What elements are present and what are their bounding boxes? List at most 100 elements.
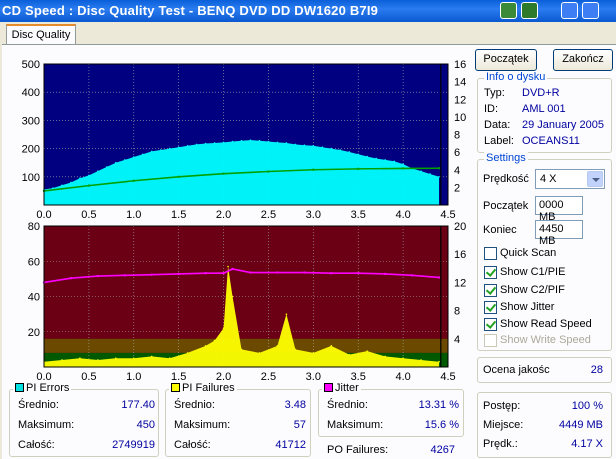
pi-failures-point — [276, 345, 279, 347]
speed-label: Prędkość — [483, 173, 529, 185]
show-c2-checkbox[interactable] — [484, 284, 497, 297]
y-right-tick-label: 4 — [454, 334, 460, 346]
pi-failures-total-label: Całość: — [174, 439, 211, 451]
pi-failures-max-label: Maksimum: — [174, 419, 231, 431]
pi-failures-total-value: 41712 — [275, 439, 306, 451]
show-c1-checkbox[interactable] — [484, 266, 497, 279]
pi-failures-point — [330, 345, 333, 347]
pi-failures-point — [240, 348, 243, 351]
x-tick-label: 0.5 — [81, 209, 96, 221]
pi-failures-point — [97, 359, 99, 361]
speed-select[interactable]: 4 X — [535, 169, 605, 189]
y-right-tick-label: 16 — [454, 59, 466, 71]
pi-failures-point — [285, 313, 288, 315]
x-tick-label: 4.0 — [395, 371, 410, 383]
x-tick-label: 4.5 — [440, 209, 455, 221]
show-read-speed-label[interactable]: Show Read Speed — [500, 318, 592, 330]
y-left-tick-label: 20 — [28, 327, 40, 339]
po-failures-label: PO Failures: — [327, 444, 389, 456]
quick-scan-checkbox[interactable] — [484, 247, 497, 260]
jitter-point — [150, 273, 153, 276]
exit-icon[interactable] — [521, 2, 538, 19]
pi-errors-point — [97, 170, 99, 172]
jitter-point — [330, 272, 333, 275]
disc-label-label: Label: — [484, 135, 514, 147]
pi-errors-point — [393, 160, 395, 163]
read-speed-point — [267, 170, 270, 173]
settings-title: Settings — [484, 152, 528, 164]
start-button[interactable]: Początek — [475, 49, 537, 71]
y-left-tick-label: 100 — [22, 172, 40, 184]
jitter-point — [303, 271, 306, 274]
minimize-button[interactable] — [561, 2, 578, 19]
pi-errors-max-label: Maksimum: — [18, 419, 75, 431]
jitter-point — [69, 276, 73, 280]
end-field[interactable]: 4450 MB — [535, 220, 583, 247]
pi-errors-point — [312, 144, 315, 147]
show-jitter-checkbox[interactable] — [484, 301, 497, 314]
x-tick-label: 3.0 — [306, 209, 321, 221]
start-label: Początek — [483, 200, 529, 212]
pi-errors-point — [258, 139, 261, 142]
pi-errors-point — [231, 140, 234, 143]
tab-bar: Disc Quality — [0, 22, 616, 45]
pi-failures-point — [132, 357, 135, 359]
start-field[interactable]: 0000 MB — [535, 196, 583, 223]
show-read-speed-checkbox[interactable] — [484, 318, 497, 331]
tab-disc-quality[interactable]: Disc Quality — [6, 24, 76, 45]
pi-errors-point — [141, 153, 144, 156]
y-right-tick-label: 20 — [454, 221, 466, 233]
pi-errors-point — [70, 181, 72, 184]
pi-failures-avg-label: Średnio: — [174, 399, 215, 411]
jitter-max-value: 15.6 % — [424, 419, 459, 431]
pi-errors-point — [186, 144, 189, 147]
show-write-speed-label: Show Write Speed — [500, 334, 591, 346]
disc-info-group: Info o dysku Typ: DVD+R ID: AML 001 Data… — [477, 71, 612, 153]
show-c1-label[interactable]: Show C1/PIE — [500, 266, 565, 278]
chevron-down-icon[interactable] — [587, 171, 603, 187]
jitter-point — [177, 272, 180, 276]
pi-errors-avg-value: 177.40 — [121, 399, 155, 411]
pi-failures-point — [168, 357, 171, 359]
show-jitter-label[interactable]: Show Jitter — [500, 301, 554, 313]
show-c2-label[interactable]: Show C2/PIF — [500, 284, 565, 296]
read-speed-point — [222, 172, 225, 175]
x-tick-label: 2.5 — [261, 371, 276, 383]
end-label: Koniec — [483, 224, 517, 236]
pi-failures-max-value: 57 — [293, 419, 306, 431]
disc-label-value: OCEANS11 — [522, 135, 580, 147]
read-speed-point — [87, 184, 91, 187]
jitter-max-label: Maksimum: — [327, 419, 384, 431]
pi-errors-point — [177, 146, 180, 148]
progress-value: 100 % — [571, 400, 603, 412]
disc-date-value: 29 January 2005 — [522, 119, 604, 131]
pi-failures-point — [366, 350, 369, 352]
quick-scan-label[interactable]: Quick Scan — [500, 247, 556, 259]
pi-errors-point — [402, 163, 404, 165]
jitter-point — [410, 274, 414, 277]
speed-select-value: 4 X — [540, 173, 557, 185]
pi-errors-point — [106, 166, 108, 168]
x-tick-label: 4.0 — [395, 209, 410, 221]
pi-errors-point — [204, 142, 207, 145]
jitter-point — [437, 276, 441, 279]
jitter-point — [96, 274, 100, 278]
pi-failures-point — [204, 345, 207, 347]
y-right-tick-label: 14 — [454, 77, 466, 89]
pi-errors-point — [115, 161, 117, 164]
position-value: 4449 MB — [558, 419, 603, 431]
pi-errors-point — [79, 177, 81, 180]
y-right-tick-label: 12 — [454, 277, 466, 289]
end-button[interactable]: Zakończ — [553, 49, 613, 71]
maximize-button[interactable] — [582, 2, 599, 19]
pi-failures-title: PI Failures — [169, 382, 237, 394]
jitter-point — [123, 274, 127, 277]
y-right-tick-label: 10 — [454, 112, 466, 124]
jitter-group: Jitter Średnio: 13.31 % Maksimum: 15.6 % — [318, 382, 464, 437]
pi-errors-point — [330, 147, 333, 150]
window-title: CD Speed : Disc Quality Test - BENQ DVD … — [2, 3, 379, 18]
disc-type-value: DVD+R — [522, 87, 560, 99]
read-speed-point — [312, 168, 315, 171]
save-icon[interactable] — [500, 2, 517, 19]
pi-errors-point — [124, 159, 126, 161]
